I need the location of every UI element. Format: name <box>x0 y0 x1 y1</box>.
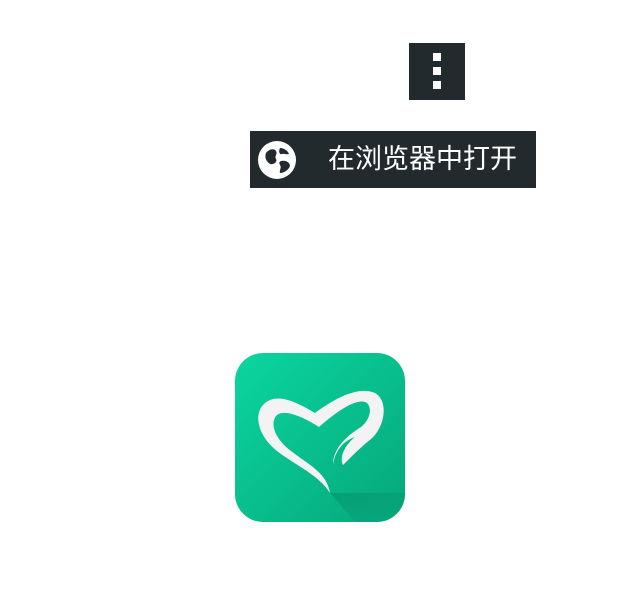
more-vert-icon-dot <box>433 81 441 89</box>
open-in-browser-button[interactable]: 在浏览器中打开 <box>250 131 536 188</box>
more-vert-icon-dot <box>433 67 441 75</box>
open-in-browser-label: 在浏览器中打开 <box>328 144 517 175</box>
app-logo[interactable] <box>235 353 405 522</box>
globe-icon <box>258 141 296 179</box>
more-options-button[interactable] <box>409 43 465 100</box>
more-vert-icon <box>433 53 441 61</box>
